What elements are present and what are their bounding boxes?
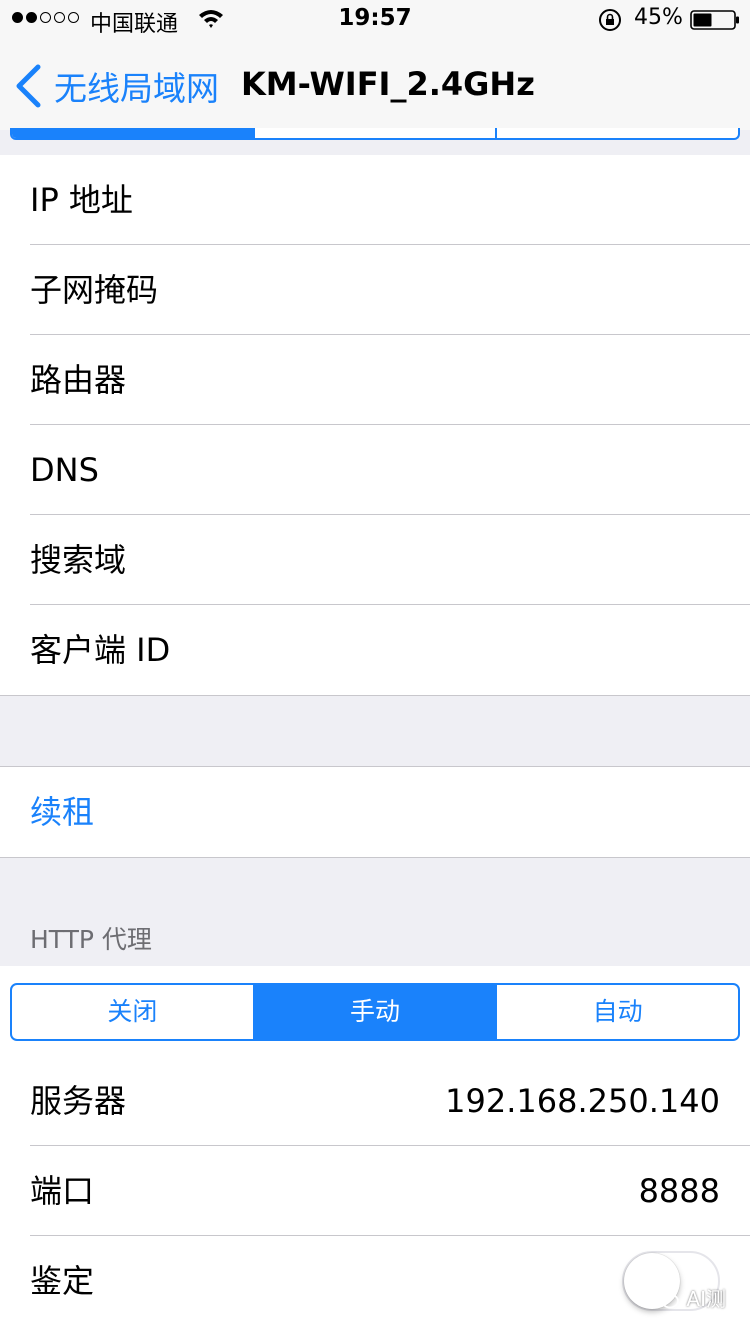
info-row-search-domain: 搜索域 <box>0 515 750 605</box>
proxy-auth-label: 鉴定 <box>30 1262 95 1300</box>
rotation-lock-icon <box>599 9 621 31</box>
info-row-subnet-mask: 子网掩码 <box>0 245 750 335</box>
battery-percentage: 45% <box>634 5 683 30</box>
info-row-label: DNS <box>30 451 99 489</box>
status-bar: 中国联通 19:57 45% <box>0 0 750 40</box>
top-segment-1[interactable] <box>12 128 255 138</box>
proxy-server-input[interactable]: 192.168.250.140 <box>445 1056 720 1146</box>
navigation-bar: 无线局域网 KM-WIFI_2.4GHz <box>0 40 750 130</box>
top-segment-3[interactable] <box>497 128 738 138</box>
proxy-server-label: 服务器 <box>30 1082 127 1120</box>
back-button[interactable]: 无线局域网 <box>14 62 219 110</box>
proxy-manual-segment[interactable]: 手动 <box>254 985 498 1039</box>
wechat-icon <box>650 1286 680 1308</box>
info-row-dns: DNS <box>0 425 750 515</box>
renew-lease-label: 续租 <box>30 793 95 831</box>
back-button-label: 无线局域网 <box>54 69 219 108</box>
battery-icon <box>690 10 739 30</box>
info-row-label: 客户端 ID <box>30 631 171 669</box>
proxy-port-row[interactable]: 端口 8888 <box>0 1146 750 1236</box>
info-row-client-id: 客户端 ID <box>0 605 750 695</box>
ip-config-segmented-control[interactable] <box>10 128 740 140</box>
watermark-text: AI测 <box>686 1287 726 1311</box>
proxy-auto-segment[interactable]: 自动 <box>497 985 738 1039</box>
proxy-off-segment[interactable]: 关闭 <box>12 985 255 1039</box>
proxy-server-row[interactable]: 服务器 192.168.250.140 <box>0 1056 750 1146</box>
proxy-port-label: 端口 <box>30 1172 95 1210</box>
top-segment-2[interactable] <box>255 128 498 138</box>
renew-lease-button[interactable]: 续租 <box>0 767 750 857</box>
http-proxy-group: 关闭 手动 自动 服务器 192.168.250.140 端口 8888 鉴定 <box>0 966 750 1334</box>
http-proxy-section-header: HTTP 代理 <box>30 925 152 954</box>
info-row-label: 路由器 <box>30 361 127 399</box>
watermark: AI测 <box>650 1283 726 1312</box>
chevron-left-icon <box>16 64 41 108</box>
http-proxy-segmented-control: 关闭 手动 自动 <box>10 983 740 1041</box>
info-row-label: IP 地址 <box>30 181 133 219</box>
info-row-ip-address: IP 地址 <box>0 155 750 245</box>
info-row-label: 子网掩码 <box>30 271 159 309</box>
ip-info-group: IP 地址 子网掩码 路由器 DNS 搜索域 客户端 ID <box>0 155 750 696</box>
info-row-label: 搜索域 <box>30 541 127 579</box>
proxy-port-input[interactable]: 8888 <box>639 1146 720 1236</box>
page-title: KM-WIFI_2.4GHz <box>241 65 535 103</box>
info-row-router: 路由器 <box>0 335 750 425</box>
header: 中国联通 19:57 45% 无线局域网 KM-WIFI_2.4GHz <box>0 0 750 130</box>
renew-group: 续租 <box>0 766 750 858</box>
proxy-auth-row: 鉴定 <box>0 1236 750 1326</box>
